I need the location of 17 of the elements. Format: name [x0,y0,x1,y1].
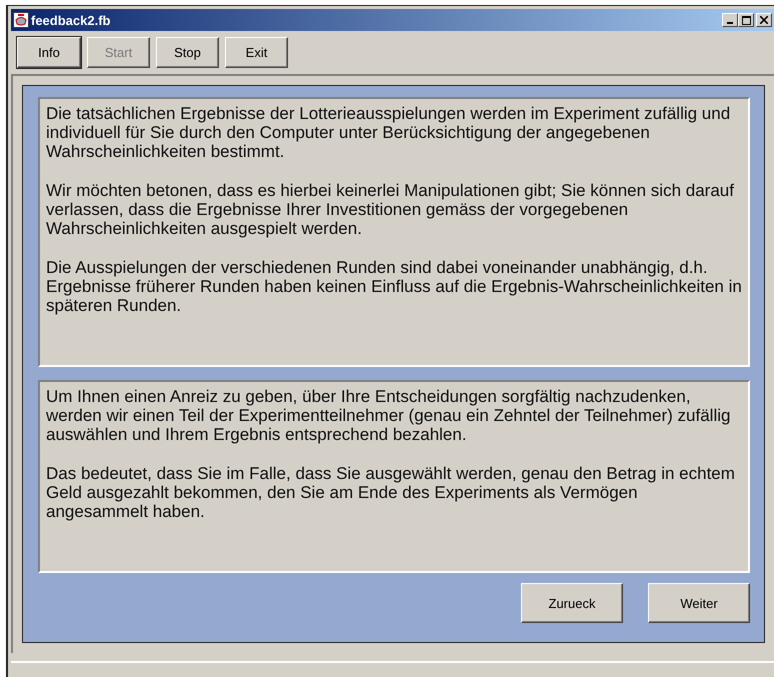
close-icon [760,16,768,24]
toolbar-button[interactable]: Exit [225,37,288,68]
maximize-button[interactable] [738,13,754,27]
app-icon [13,12,29,28]
toolbar-button[interactable]: Info [17,37,81,68]
paragraph: Um Ihnen einen Anreiz zu geben, über Ihre Entscheidungen sorgfältig nachzudenken, werden wir einen Teil der Experimentteilnehmer (genau ein Zehntel der Teilnehmer) zufällig auswählen und Ihrem Ergebnis entsprechend bezahlen. [46,387,732,444]
nav-button[interactable]: Weiter [648,583,750,623]
minimize-button[interactable] [722,13,738,27]
close-button[interactable] [756,13,772,27]
maximize-icon [742,16,750,24]
paragraph: Das bedeutet, dass Sie im Falle, dass Sie ausgewählt werden, genau den Betrag in echtem Geld ausgezahlt bekommen, den Sie am Ende des Experiments als Vermögen angesammelt haben. [46,464,736,521]
paragraph: Wir möchten betonen, dass es hierbei keinerlei Manipulationen gibt; Sie können sich darauf verlassen, dass die Ergebnisse Ihrer Investitionen gemäss der vorgegebenen Wahrscheinlichkeiten ausgespielt werden. [46,181,735,238]
window-title: feedback2.fb [31,12,112,28]
nav-button[interactable]: Zurueck [521,583,623,623]
paragraph: Die tatsächlichen Ergebnisse der Lotterieausspielungen werden im Experiment zufällig und individuell für Sie durch den Computer unter Berücksichtigung der angegebenen Wahrscheinlichkeiten bestimmt. [46,104,732,161]
paragraph: Die Ausspielungen der verschiedenen Runden sind dabei voneinander unabhängig, d.h. Ergebnisse früherer Runden haben keinen Einfluss auf die Ergebnis-Wahrscheinlichkeiten in späteren Runden. [46,258,742,315]
toolbar-button[interactable]: Stop [156,37,219,68]
